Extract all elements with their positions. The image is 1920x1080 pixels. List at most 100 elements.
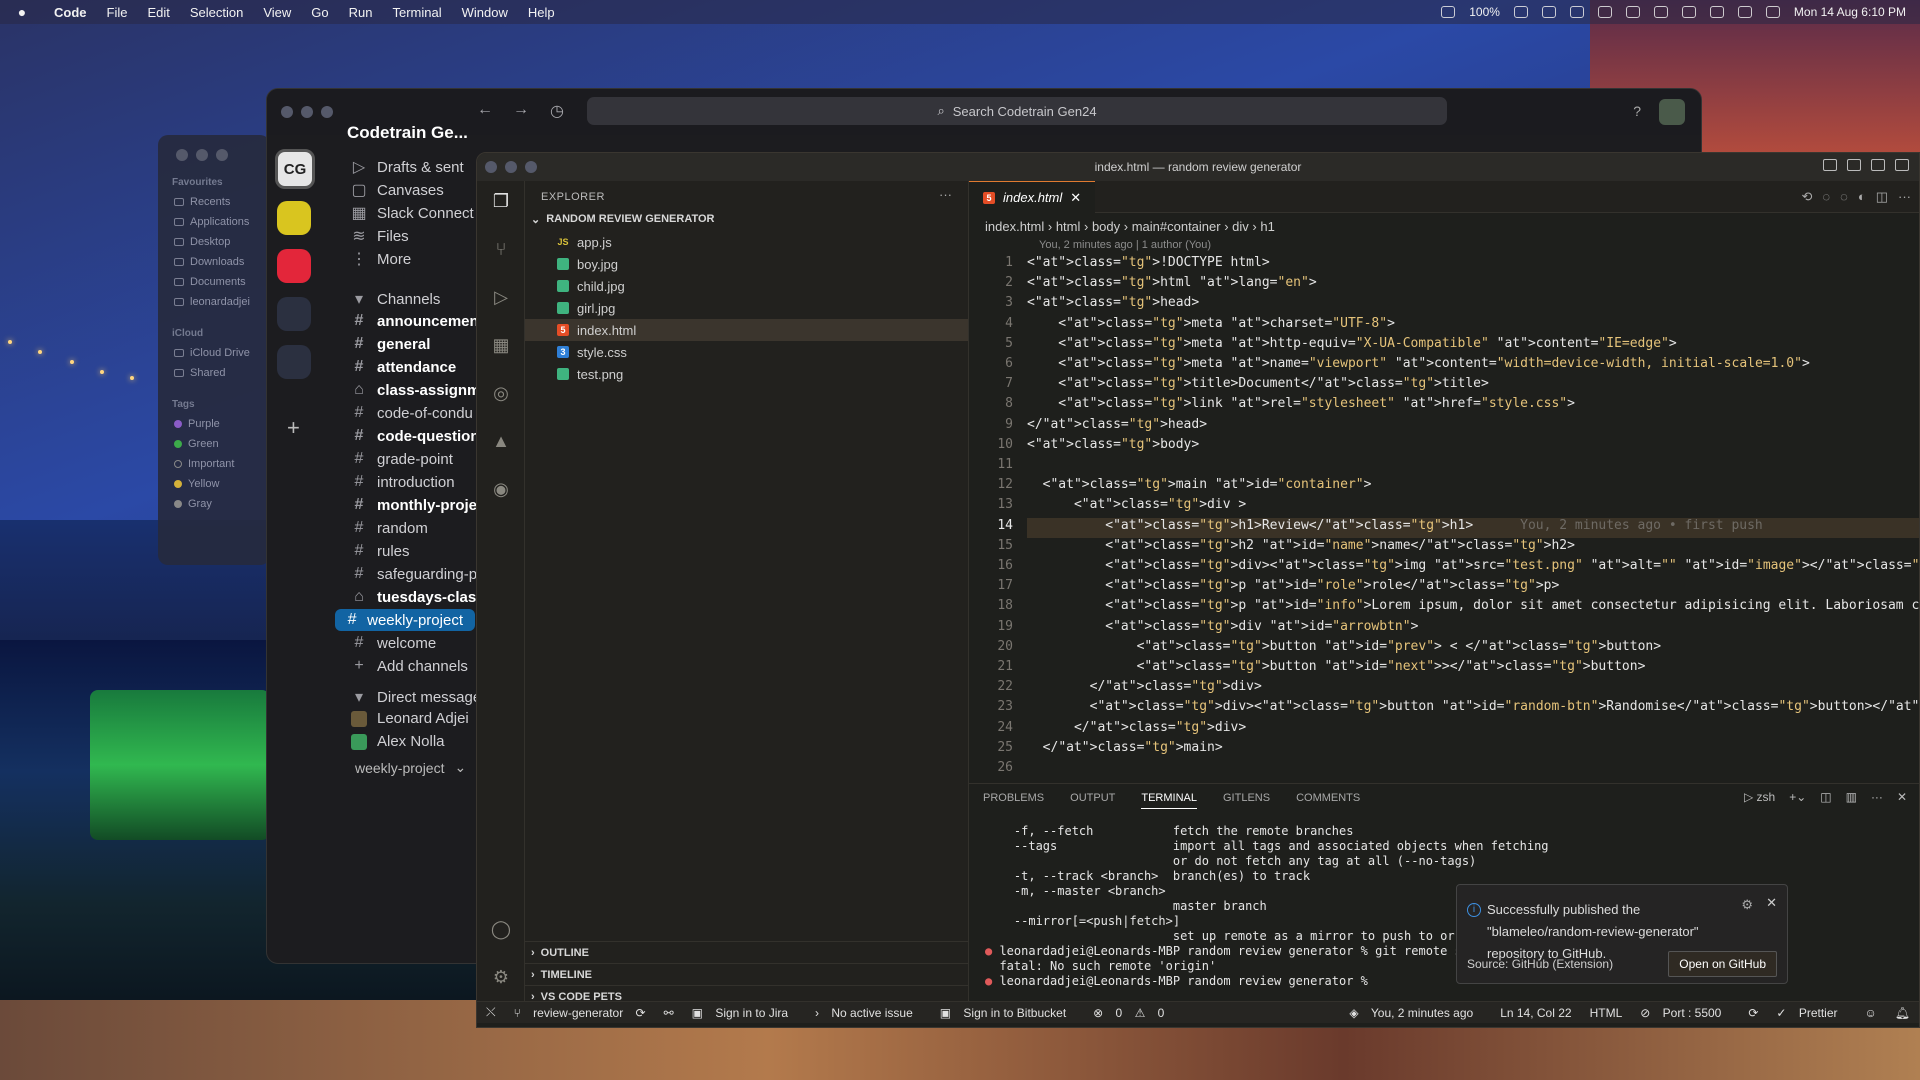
run-debug-icon[interactable]: ▷ [489, 285, 513, 309]
avatar[interactable] [1659, 99, 1685, 125]
menu-selection[interactable]: Selection [180, 5, 253, 20]
menu-edit[interactable]: Edit [137, 5, 179, 20]
breadcrumb-item[interactable]: main#container [1132, 219, 1221, 234]
tab-output[interactable]: OUTPUT [1070, 792, 1115, 809]
channel-item[interactable]: # safeguarding-p [351, 565, 478, 583]
code-line[interactable]: </"at">class="tg">div> [1027, 679, 1262, 694]
breadcrumb-item[interactable]: div [1232, 219, 1249, 234]
toggle-secondary-sidebar-icon[interactable] [1871, 159, 1885, 171]
battery-icon[interactable] [1513, 6, 1528, 18]
code-line[interactable]: <"at">class="tg">meta "at">name="viewpor… [1027, 356, 1809, 371]
finder-item[interactable]: Documents [158, 272, 270, 292]
finder-tag[interactable]: Gray [158, 494, 270, 514]
menu-file[interactable]: File [97, 5, 138, 20]
split-terminal-icon[interactable]: ◫ [1820, 790, 1831, 804]
menu-window[interactable]: Window [452, 5, 518, 20]
menubar-clock[interactable]: Mon 14 Aug 6:10 PM [1794, 5, 1906, 19]
nav-files[interactable]: ≋ Files [351, 226, 408, 246]
editor-tab-active[interactable]: 5 index.html ✕ [969, 181, 1096, 213]
minimize-icon[interactable] [505, 161, 517, 173]
creative-cloud-icon[interactable] [1441, 6, 1456, 18]
dm-item[interactable]: Alex Nolla [351, 733, 445, 750]
code-line[interactable]: <"at">class="tg">div><"at">class="tg">bu… [1027, 699, 1919, 714]
volume-icon[interactable] [1597, 6, 1612, 18]
file-item[interactable]: girl.jpg [525, 297, 968, 319]
compare-changes-icon[interactable]: ⟲ [1801, 189, 1812, 205]
trash-icon[interactable]: ▥ [1846, 790, 1857, 804]
close-icon[interactable] [176, 149, 188, 161]
toggle-panel-icon[interactable] [1847, 159, 1861, 171]
gitlens-inspect-icon[interactable]: ◐ [1858, 189, 1866, 205]
siri-icon[interactable] [1765, 6, 1780, 18]
file-item[interactable]: JS app.js [525, 231, 968, 253]
jira-signin[interactable]: ▣ Sign in to Jira [683, 1006, 806, 1020]
remote-explorer-icon[interactable]: ◎ [489, 381, 513, 405]
close-icon[interactable] [281, 106, 293, 118]
code-line[interactable]: <"at">class="tg">title>Document</"at">cl… [1027, 376, 1489, 391]
notifications-icon[interactable]: 🔔︎ [1886, 1006, 1919, 1020]
menu-go[interactable]: Go [301, 5, 338, 20]
channel-item[interactable]: # monthly-projec [351, 496, 486, 514]
gitlens-status-icon[interactable]: ⚯ [655, 1006, 683, 1020]
finder-tag[interactable]: Purple [158, 414, 270, 434]
menu-run[interactable]: Run [339, 5, 383, 20]
code-line[interactable]: <"at">class="tg">!DOCTYPE html> [1027, 255, 1270, 270]
prettier-status[interactable]: ✓ Prettier [1767, 1006, 1855, 1020]
code-line[interactable]: <"at">class="tg">h2 "at">id="name">name<… [1027, 538, 1575, 553]
close-panel-icon[interactable]: ✕ [1897, 790, 1907, 804]
display-icon[interactable] [1569, 6, 1584, 18]
code-line[interactable]: <"at">class="tg">button "at">id="prev"> … [1027, 639, 1662, 654]
workspace-red-icon[interactable] [277, 249, 311, 283]
branch-indicator[interactable]: ⑂ review-generator ⟳ [505, 1006, 655, 1020]
forward-arrow-icon[interactable]: → [503, 101, 539, 121]
add-channels-button[interactable]: + Add channels [351, 657, 468, 675]
close-icon[interactable]: ✕ [1766, 895, 1777, 911]
next-change-icon[interactable]: ◌ [1840, 189, 1848, 205]
gear-icon[interactable]: ⚙ [1741, 897, 1753, 913]
nav-drafts[interactable]: ▷ Drafts & sent [351, 157, 464, 177]
code-line[interactable]: <"at">class="tg">meta "at">charset="UTF-… [1027, 316, 1395, 331]
workspace-zuri-icon[interactable] [277, 345, 311, 379]
back-arrow-icon[interactable]: ← [467, 101, 503, 121]
feedback-icon[interactable]: ☺ [1856, 1006, 1886, 1020]
customize-layout-icon[interactable] [1895, 159, 1909, 171]
more-horizontal-icon[interactable]: ··· [1898, 189, 1911, 205]
code-line[interactable]: <"at">class="tg">head> [1027, 295, 1199, 310]
menu-help[interactable]: Help [518, 5, 565, 20]
active-issue[interactable]: › No active issue [806, 1006, 931, 1020]
dm-item[interactable]: Leonard Adjei [351, 710, 469, 727]
code-line[interactable]: </"at">class="tg">head> [1027, 417, 1207, 432]
channel-item[interactable]: # introduction [351, 473, 455, 491]
finder-item[interactable]: Downloads [158, 252, 270, 272]
close-icon[interactable] [485, 161, 497, 173]
menu-app-name[interactable]: Code [44, 5, 97, 20]
workspace-icon[interactable]: CG [275, 149, 315, 189]
channel-item-selected[interactable]: # weekly-project [335, 609, 475, 631]
code-line[interactable]: <"at">class="tg">button "at">id="next">>… [1027, 659, 1646, 674]
blame-codelens[interactable]: You, 2 minutes ago | 1 author (You) [1039, 239, 1211, 251]
finder-tag[interactable]: Important [158, 454, 270, 474]
problems-indicator[interactable]: ⊗ 0 ⚠ 0 [1084, 1006, 1182, 1020]
remote-icon[interactable]: ⤬ [477, 1005, 505, 1020]
language-mode[interactable]: HTML [1581, 1006, 1632, 1020]
breadcrumb-item[interactable]: html [1056, 219, 1081, 234]
gear-icon[interactable]: ⚙ [489, 965, 513, 989]
code-line[interactable]: <"at">class="tg">html "at">lang="en"> [1027, 275, 1317, 290]
help-icon[interactable]: ? [1633, 103, 1641, 119]
cursor-position[interactable]: Ln 14, Col 22 [1491, 1006, 1580, 1020]
bitbucket-signin[interactable]: ▣ Sign in to Bitbucket [931, 1006, 1084, 1020]
channel-item[interactable]: ⌂ tuesdays-class- [351, 588, 489, 606]
nav-canvases[interactable]: ▢ Canvases [351, 180, 443, 200]
wifi-icon[interactable] [1653, 6, 1668, 18]
nav-slack-connect[interactable]: ▦ Slack Connect [351, 203, 473, 223]
channel-item[interactable]: # grade-point [351, 450, 453, 468]
channel-switcher[interactable]: weekly-project ⌄ [355, 759, 466, 776]
toggle-sidebar-icon[interactable] [1823, 159, 1837, 171]
zoom-icon[interactable] [216, 149, 228, 161]
history-icon[interactable]: ◷ [539, 101, 575, 121]
finder-item[interactable]: Desktop [158, 232, 270, 252]
close-tab-icon[interactable]: ✕ [1070, 190, 1081, 206]
user-icon[interactable] [1541, 6, 1556, 18]
channel-item[interactable]: # general [351, 335, 431, 353]
tab-terminal[interactable]: TERMINAL [1141, 792, 1197, 809]
